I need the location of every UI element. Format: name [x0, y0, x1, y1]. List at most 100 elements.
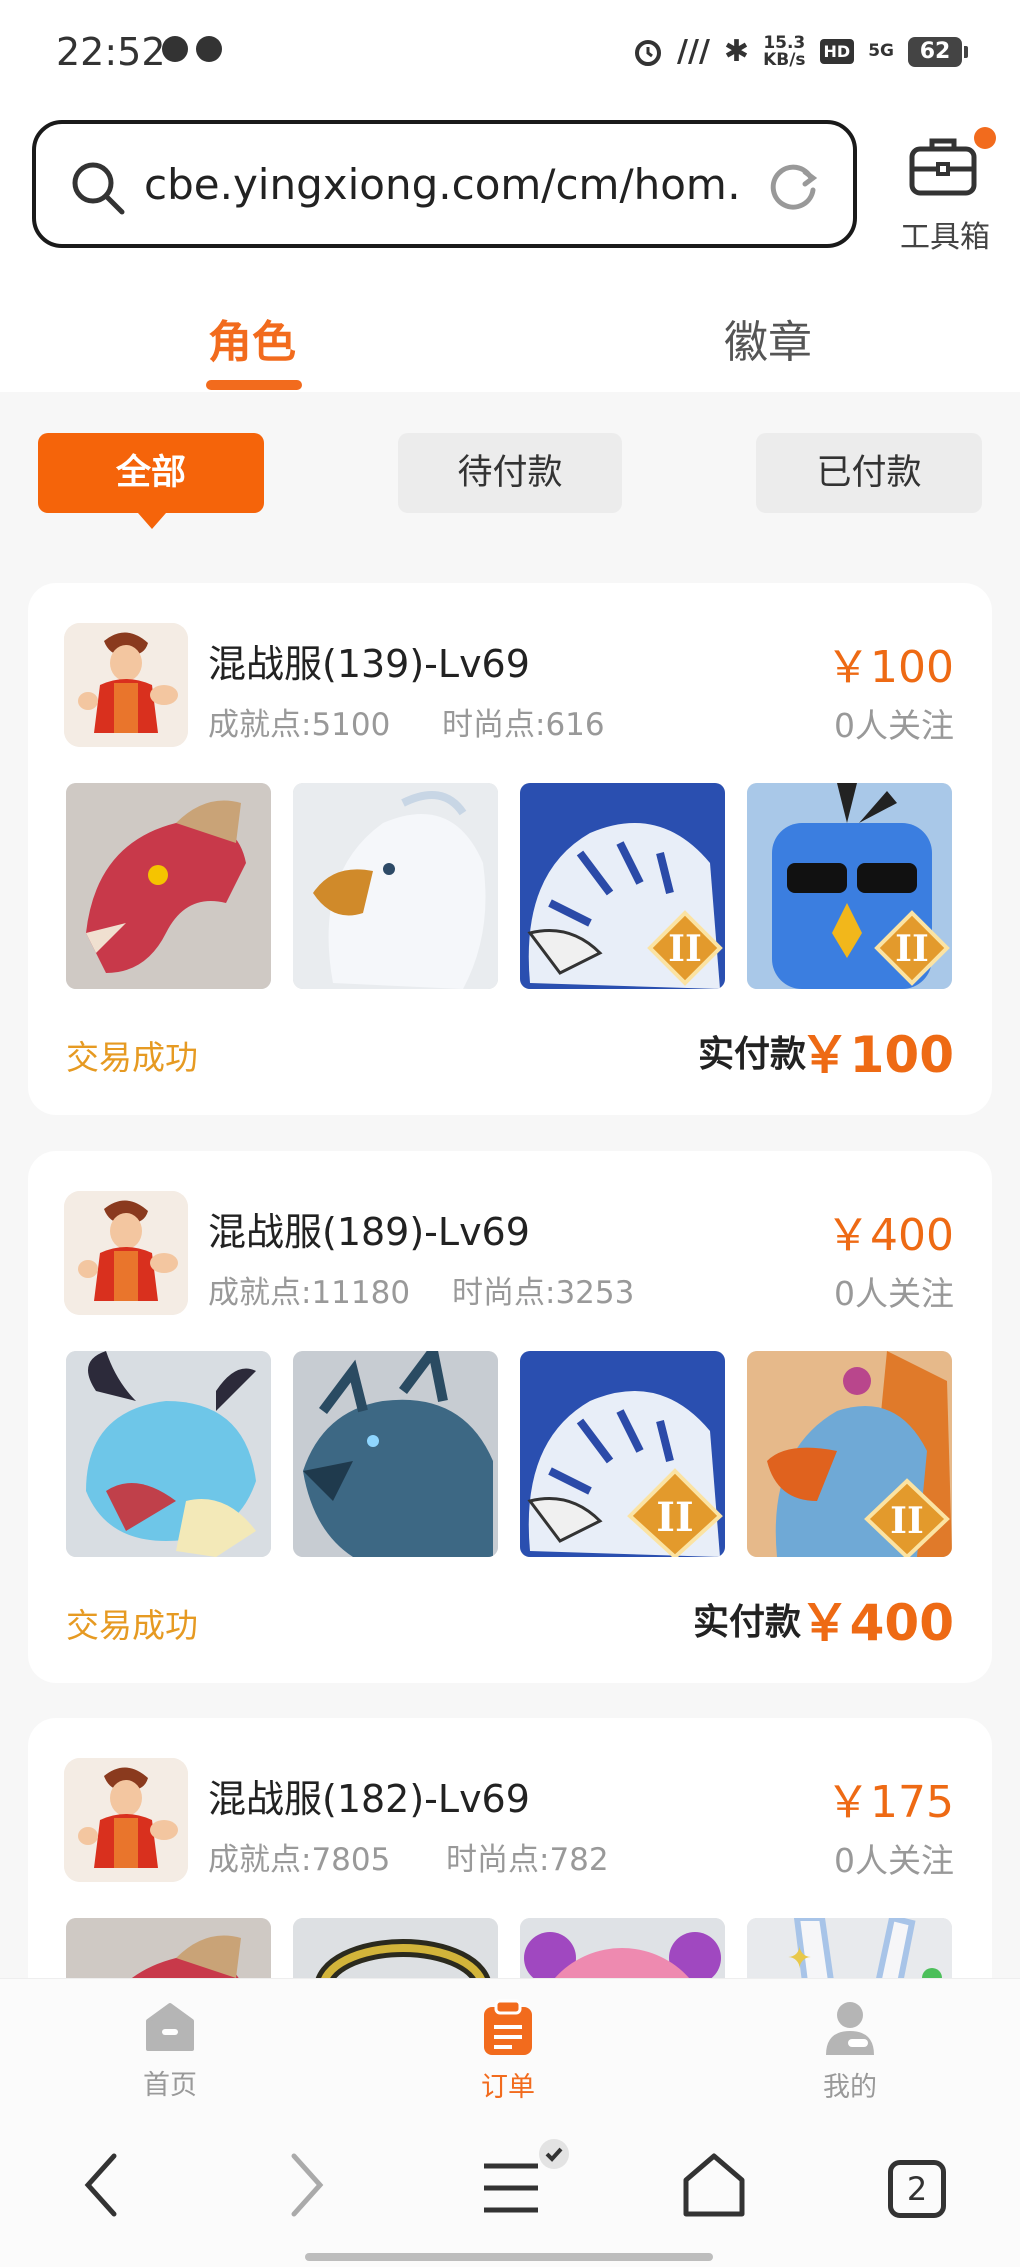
- nav-orders[interactable]: 订单: [448, 1999, 568, 2104]
- svg-text:II: II: [890, 1500, 924, 1542]
- pet-thumbnail[interactable]: [293, 783, 498, 989]
- bottom-nav: 首页 订单 我的: [0, 1978, 1020, 2108]
- browser-url-row: cbe.yingxiong.com/cm/hom… 工具箱: [0, 105, 1020, 270]
- status-time: 22:52: [56, 30, 166, 74]
- blue-tiger-image: II: [520, 1351, 725, 1557]
- achievement-points: 成就点:11180: [208, 1275, 411, 1311]
- tab-roles[interactable]: 角色: [208, 306, 296, 370]
- hd-icon: HD: [819, 39, 855, 64]
- svg-text:II: II: [668, 928, 702, 970]
- filter-paid-button[interactable]: 已付款: [756, 433, 982, 513]
- pet-thumbnail[interactable]: II: [520, 1351, 725, 1557]
- character-avatar: [64, 1191, 188, 1315]
- nav-mine[interactable]: 我的: [790, 1999, 910, 2104]
- pet-thumbnail[interactable]: [293, 1351, 498, 1557]
- blue-tiger-image: II: [520, 783, 725, 989]
- fashion-points: 时尚点:782: [446, 1842, 609, 1878]
- tabs-count-button[interactable]: 2: [888, 2160, 946, 2218]
- nav-home[interactable]: 首页: [110, 1999, 230, 2102]
- search-icon: [72, 162, 125, 215]
- clipboard-icon: [484, 1999, 532, 2055]
- order-card[interactable]: 混战服(182)-Lv69 成就点:7805 时尚点:782 ￥175 0人关注: [28, 1718, 992, 1978]
- character-title: 混战服(189)-Lv69: [208, 1210, 530, 1254]
- pet-thumbnail[interactable]: II: [520, 783, 725, 989]
- order-card[interactable]: 混战服(189)-Lv69 成就点:11180 时尚点:3253 ￥400 0人…: [28, 1151, 992, 1683]
- dark-blue-dragon-image: [293, 1351, 498, 1557]
- paid-label: 实付款: [693, 1602, 802, 1643]
- follower-count: 0人关注: [834, 1274, 954, 1313]
- forward-icon[interactable]: [288, 2150, 328, 2220]
- order-card[interactable]: 混战服(139)-Lv69 成就点:5100 时尚点:616 ￥100 0人关注: [28, 583, 992, 1115]
- white-griffin-image: [293, 783, 498, 989]
- pet-thumbnails: II II: [66, 1351, 952, 1557]
- filter-unpaid-button[interactable]: 待付款: [398, 433, 622, 513]
- pet-thumbnail[interactable]: [520, 1918, 725, 1978]
- gold-ring-image: [293, 1918, 498, 1978]
- signal-icon: 5G: [868, 41, 894, 61]
- address-bar[interactable]: cbe.yingxiong.com/cm/hom…: [32, 120, 857, 248]
- gesture-bar: [305, 2253, 713, 2261]
- character-title: 混战服(139)-Lv69: [208, 642, 530, 686]
- follower-count: 0人关注: [834, 706, 954, 745]
- fashion-points: 时尚点:3253: [452, 1275, 635, 1311]
- trade-status: 交易成功: [66, 1606, 198, 1645]
- character-avatar: [64, 1758, 188, 1882]
- pet-thumbnail[interactable]: [66, 783, 271, 989]
- trade-status: 交易成功: [66, 1038, 198, 1077]
- toolbox-button[interactable]: 工具箱: [890, 127, 1000, 255]
- follower-count: 0人关注: [834, 1841, 954, 1880]
- url-text[interactable]: cbe.yingxiong.com/cm/hom…: [144, 160, 744, 209]
- listing-price: ￥100: [826, 642, 954, 693]
- pet-thumbnail[interactable]: II: [747, 1351, 952, 1557]
- alarm-icon: [635, 39, 662, 66]
- cyan-dragon-image: [66, 1351, 271, 1557]
- network-speed: 15.3 KB/s: [763, 32, 806, 70]
- listing-price: ￥175: [826, 1777, 954, 1828]
- back-icon[interactable]: [80, 2150, 120, 2220]
- browser-toolbar: 2: [0, 2108, 1020, 2267]
- character-title: 混战服(182)-Lv69: [208, 1777, 530, 1821]
- nfc-icon: ///: [677, 34, 710, 69]
- achievement-points: 成就点:7805: [208, 1842, 391, 1878]
- paid-amount: ￥100: [799, 1026, 954, 1084]
- pet-thumbnails: II II: [66, 783, 952, 989]
- character-avatar: [64, 623, 188, 747]
- pet-thumbnails: ✦: [66, 1918, 952, 1978]
- menu-icon: [484, 2139, 569, 2213]
- paid-label: 实付款: [698, 1034, 807, 1075]
- category-tabs: 角色 徽章: [0, 270, 1020, 392]
- red-dragon-image: [66, 783, 271, 989]
- red-dragon-image: [66, 1918, 271, 1978]
- white-rabbit-image: ✦: [747, 1918, 952, 1978]
- tab-badges[interactable]: 徽章: [724, 306, 812, 370]
- pet-thumbnail[interactable]: [66, 1918, 271, 1978]
- home-icon: [146, 2003, 194, 2051]
- pet-thumbnail[interactable]: ✦: [747, 1918, 952, 1978]
- order-list[interactable]: 混战服(139)-Lv69 成就点:5100 时尚点:616 ￥100 0人关注: [0, 560, 1020, 1978]
- svg-text:✦: ✦: [787, 1941, 812, 1976]
- pet-thumbnail[interactable]: [66, 1351, 271, 1557]
- phoenix-image: II: [747, 1351, 952, 1557]
- paid-amount: ￥400: [799, 1594, 954, 1652]
- svg-text:II: II: [895, 928, 929, 970]
- pet-thumbnail[interactable]: [293, 1918, 498, 1978]
- status-bar: 22:52 /// ✱ 15.3 KB/s HD 5G 62: [0, 0, 1020, 105]
- menu-button[interactable]: [480, 2138, 570, 2228]
- achievement-points: 成就点:5100: [208, 707, 391, 743]
- user-icon: [826, 2002, 874, 2055]
- notification-dot: [974, 127, 996, 149]
- pet-thumbnail[interactable]: II: [747, 783, 952, 989]
- filter-all-button[interactable]: 全部: [38, 433, 264, 529]
- bluetooth-icon: ✱: [723, 34, 750, 69]
- home-browser-icon[interactable]: [680, 2150, 748, 2220]
- svg-text:II: II: [656, 1494, 693, 1541]
- blue-bird-image: II: [747, 783, 952, 989]
- fashion-points: 时尚点:616: [442, 707, 605, 743]
- listing-price: ￥400: [826, 1210, 954, 1261]
- qq-notification-icon: [162, 36, 188, 62]
- message-notification-icon: [196, 36, 222, 62]
- reload-icon[interactable]: [765, 158, 821, 214]
- pink-bear-image: [520, 1918, 725, 1978]
- active-tab-indicator: [206, 380, 302, 390]
- battery-icon: 62: [908, 36, 968, 67]
